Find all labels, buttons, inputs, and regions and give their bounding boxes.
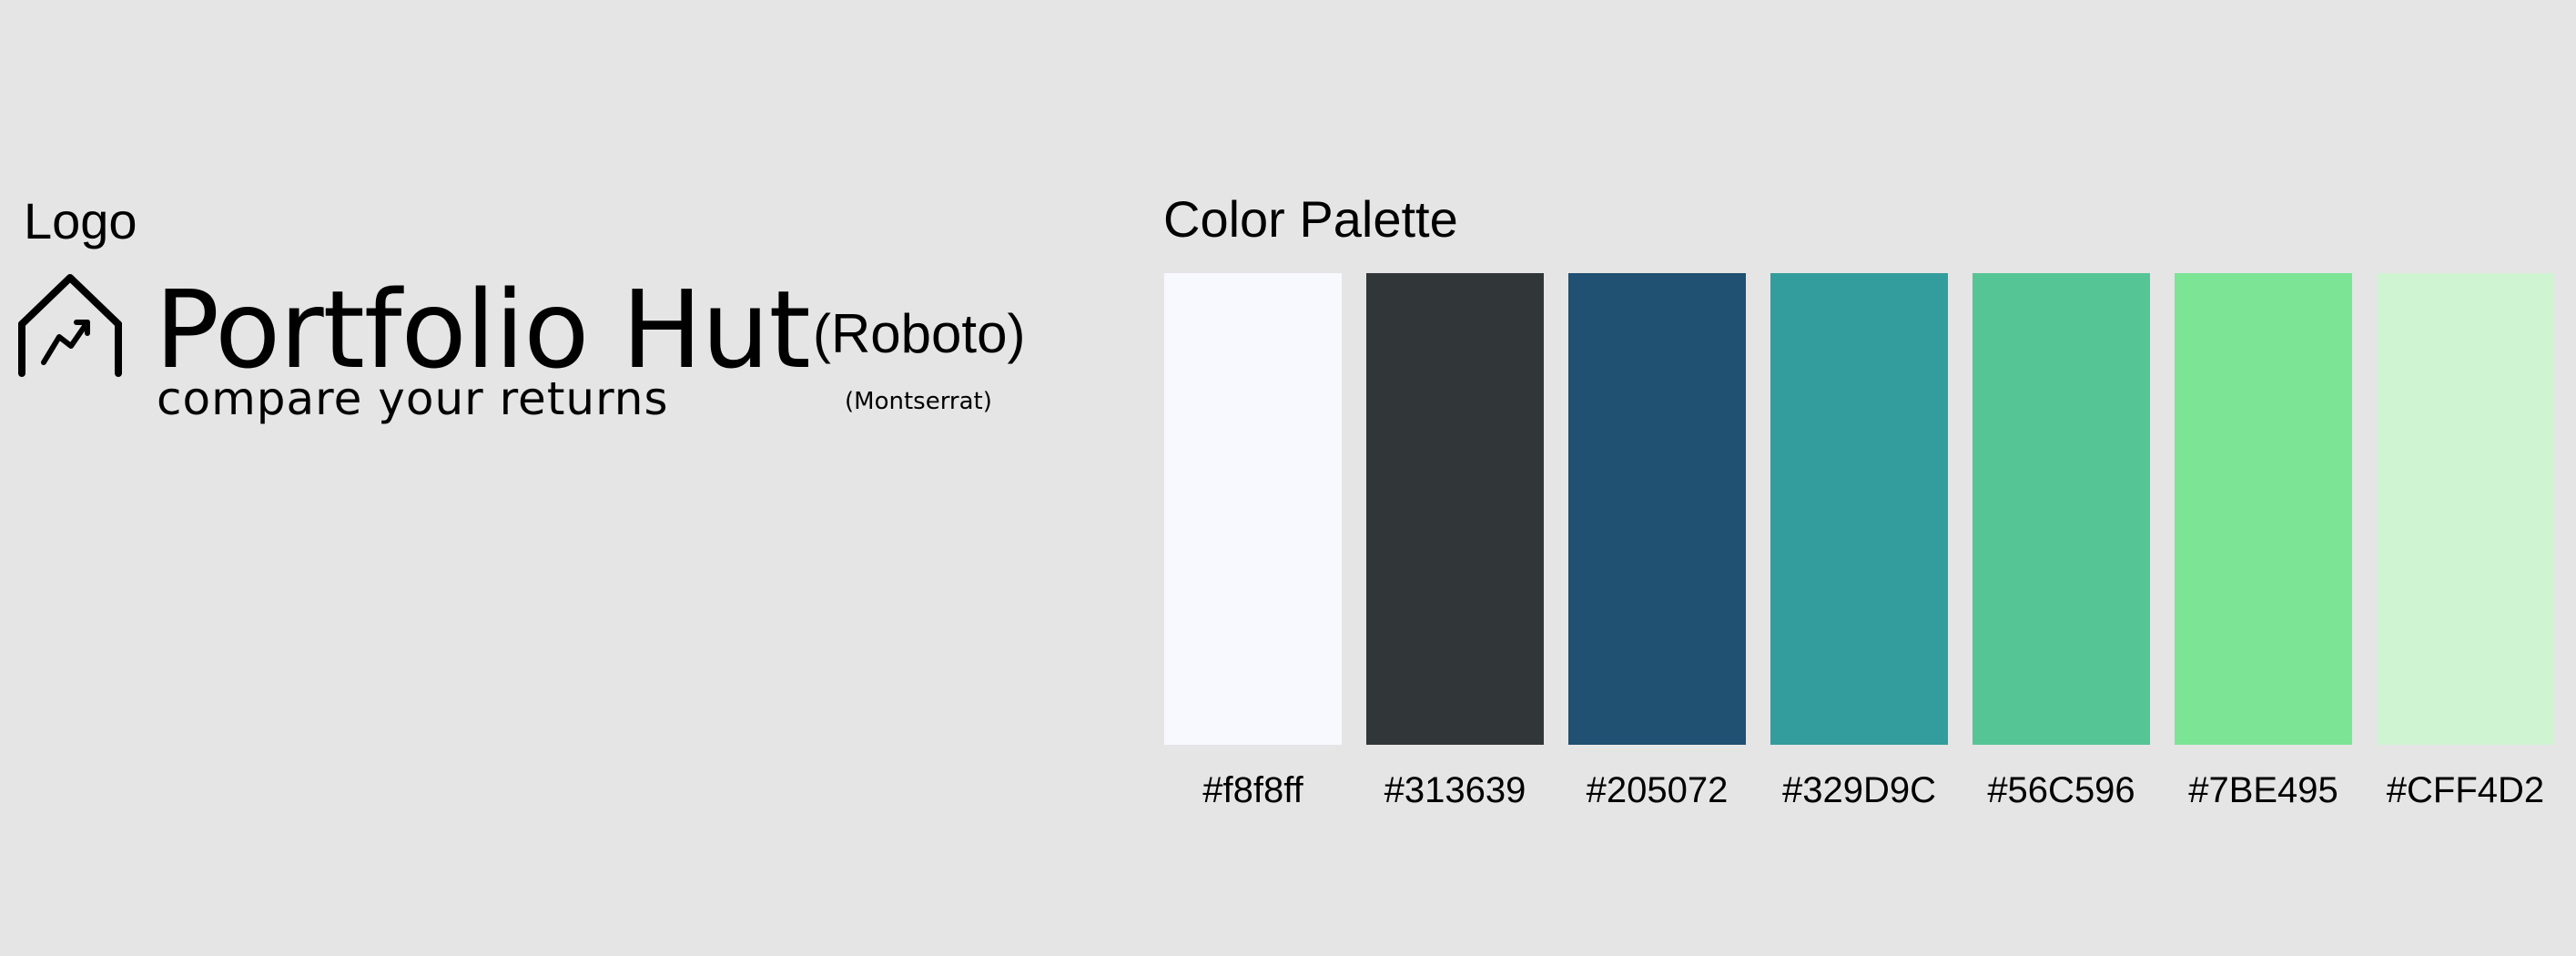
color-hex-label: #CFF4D2 xyxy=(2386,770,2545,810)
color-hex-label: #313639 xyxy=(1384,770,1526,810)
logo-section-heading: Logo xyxy=(24,192,137,249)
tagline-font-note: (Montserrat) xyxy=(845,388,992,415)
color-hex-label: #329D9C xyxy=(1781,770,1936,810)
palette-color-4: #329D9C xyxy=(1770,273,1948,809)
palette-color-6: #7BE495 xyxy=(2175,273,2352,809)
palette-color-2: #313639 xyxy=(1366,273,1544,809)
color-swatch xyxy=(1770,273,1948,745)
color-swatch xyxy=(1568,273,1746,745)
brand-tagline: compare your returns xyxy=(157,372,669,425)
palette-color-1: #f8f8ff xyxy=(1164,273,1342,809)
palette-color-3: #205072 xyxy=(1568,273,1746,809)
color-hex-label: #f8f8ff xyxy=(1202,770,1303,810)
color-swatch xyxy=(1973,273,2150,745)
color-swatch xyxy=(2175,273,2352,745)
palette-color-5: #56C596 xyxy=(1973,273,2150,809)
color-swatch xyxy=(2377,273,2554,745)
brand-name: Portfolio Hut xyxy=(155,267,811,392)
house-chart-icon xyxy=(16,271,124,379)
color-swatch xyxy=(1366,273,1544,745)
color-hex-label: #205072 xyxy=(1586,770,1729,810)
palette-color-7: #CFF4D2 xyxy=(2377,273,2554,809)
color-palette: #f8f8ff #313639 #205072 #329D9C #56C596 … xyxy=(1164,273,2554,809)
color-hex-label: #7BE495 xyxy=(2188,770,2338,810)
color-hex-label: #56C596 xyxy=(1987,770,2135,810)
palette-section-heading: Color Palette xyxy=(1163,190,1458,248)
color-swatch xyxy=(1164,273,1342,745)
heading-font-note: (Roboto) xyxy=(813,303,1026,364)
